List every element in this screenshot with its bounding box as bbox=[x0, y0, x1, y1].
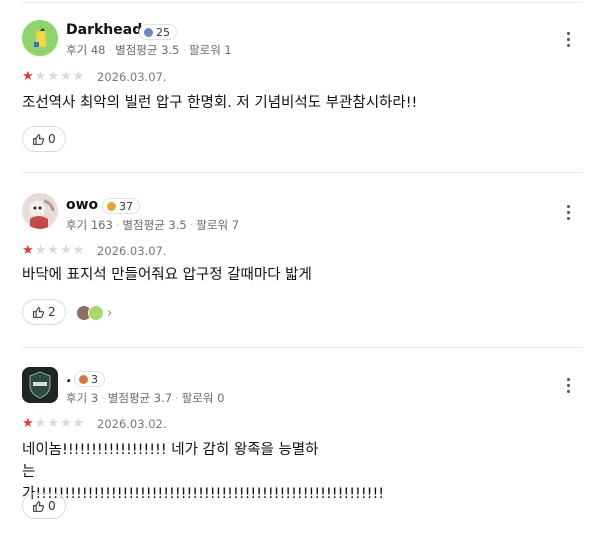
like-button[interactable]: 0 bbox=[22, 493, 66, 519]
like-count: 0 bbox=[48, 499, 56, 513]
more-options-button[interactable] bbox=[560, 29, 576, 49]
badge-level-icon bbox=[144, 27, 153, 37]
avatar[interactable] bbox=[22, 20, 58, 56]
user-stats: 후기 48 · 별점평균 3.5 · 팔로워 1 bbox=[66, 43, 232, 57]
star-empty-icon: ★ bbox=[34, 243, 47, 258]
average-rating: 별점평균 3.7 bbox=[107, 391, 173, 405]
avatar[interactable] bbox=[22, 367, 58, 403]
star-empty-icon: ★ bbox=[59, 69, 72, 84]
badge-count: 25 bbox=[156, 25, 170, 39]
review-text: 바닥에 표지석 만들어줘요 압구정 갈때마다 밟게 bbox=[22, 267, 312, 283]
more-options-button[interactable] bbox=[560, 202, 576, 222]
star-empty-icon: ★ bbox=[72, 243, 85, 258]
average-rating: 별점평균 3.5 bbox=[115, 43, 180, 57]
badge-level-icon bbox=[107, 201, 116, 211]
thumbs-up-icon bbox=[33, 306, 45, 318]
avatar-shield-icon bbox=[22, 367, 58, 403]
reactor-avatar bbox=[88, 305, 104, 321]
level-badge: 25 bbox=[139, 24, 177, 40]
review-text: 네이놈!!!!!!!!!!!!!!!!!! 네가 감히 왕족을 능멸하는가!!!… bbox=[22, 442, 385, 502]
user-stats: 후기 3 · 별점평균 3.7 · 팔로워 0 bbox=[66, 391, 225, 405]
more-vertical-icon bbox=[566, 204, 570, 208]
star-filled-icon: ★ bbox=[22, 243, 34, 258]
review-count: 후기 163 bbox=[66, 218, 113, 232]
star-empty-icon: ★ bbox=[34, 69, 47, 84]
chevron-right-icon: › bbox=[107, 305, 113, 321]
badge-count: 37 bbox=[119, 199, 133, 213]
more-vertical-icon bbox=[566, 31, 570, 35]
review-count: 후기 48 bbox=[66, 43, 106, 57]
star-rating: ★ ★ ★ ★ ★ bbox=[22, 70, 84, 83]
review-text: 조선역사 최악의 빌런 압구 한명회. 저 기념비석도 부관참시하라!! bbox=[22, 95, 418, 111]
thumbs-up-icon bbox=[33, 500, 45, 512]
star-empty-icon: ★ bbox=[47, 69, 59, 84]
thumbs-up-icon bbox=[33, 133, 45, 145]
star-empty-icon: ★ bbox=[72, 69, 85, 84]
username[interactable]: owo bbox=[66, 197, 98, 213]
star-empty-icon: ★ bbox=[47, 243, 59, 258]
badge-count: 3 bbox=[91, 372, 98, 386]
top-divider bbox=[22, 2, 582, 3]
review-divider bbox=[22, 347, 582, 348]
username[interactable]: . bbox=[66, 370, 71, 386]
avatar-photo-icon bbox=[22, 193, 58, 229]
level-badge: 3 bbox=[74, 371, 105, 387]
star-rating: ★ ★ ★ ★ ★ bbox=[22, 417, 84, 430]
like-count: 0 bbox=[48, 132, 56, 146]
badge-level-icon bbox=[79, 374, 88, 384]
star-rating: ★ ★ ★ ★ ★ bbox=[22, 244, 84, 257]
follower-count: 팔로워 7 bbox=[196, 218, 240, 232]
review-count: 후기 3 bbox=[66, 391, 99, 405]
more-vertical-icon bbox=[566, 377, 570, 381]
user-stats: 후기 163 · 별점평균 3.5 · 팔로워 7 bbox=[66, 218, 240, 232]
reactor-avatars[interactable]: › bbox=[76, 305, 112, 321]
like-button[interactable]: 0 bbox=[22, 126, 66, 152]
star-empty-icon: ★ bbox=[59, 243, 72, 258]
star-filled-icon: ★ bbox=[22, 416, 34, 431]
like-count: 2 bbox=[48, 305, 56, 319]
username[interactable]: Darkhead bbox=[66, 22, 142, 38]
star-empty-icon: ★ bbox=[59, 416, 72, 431]
review-date: 2026.03.02. bbox=[97, 417, 167, 431]
review-divider bbox=[22, 172, 582, 173]
like-button[interactable]: 2 bbox=[22, 299, 66, 325]
avatar[interactable] bbox=[22, 193, 58, 229]
review-date: 2026.03.07. bbox=[97, 70, 167, 84]
level-badge: 37 bbox=[102, 198, 140, 214]
more-options-button[interactable] bbox=[560, 375, 576, 395]
follower-count: 팔로워 0 bbox=[181, 391, 225, 405]
star-empty-icon: ★ bbox=[34, 416, 47, 431]
star-empty-icon: ★ bbox=[72, 416, 85, 431]
star-filled-icon: ★ bbox=[22, 69, 34, 84]
follower-count: 팔로워 1 bbox=[189, 43, 232, 57]
review-date: 2026.03.07. bbox=[97, 244, 167, 258]
star-empty-icon: ★ bbox=[47, 416, 59, 431]
average-rating: 별점평균 3.5 bbox=[122, 218, 187, 232]
avatar-figure-icon bbox=[22, 20, 58, 56]
